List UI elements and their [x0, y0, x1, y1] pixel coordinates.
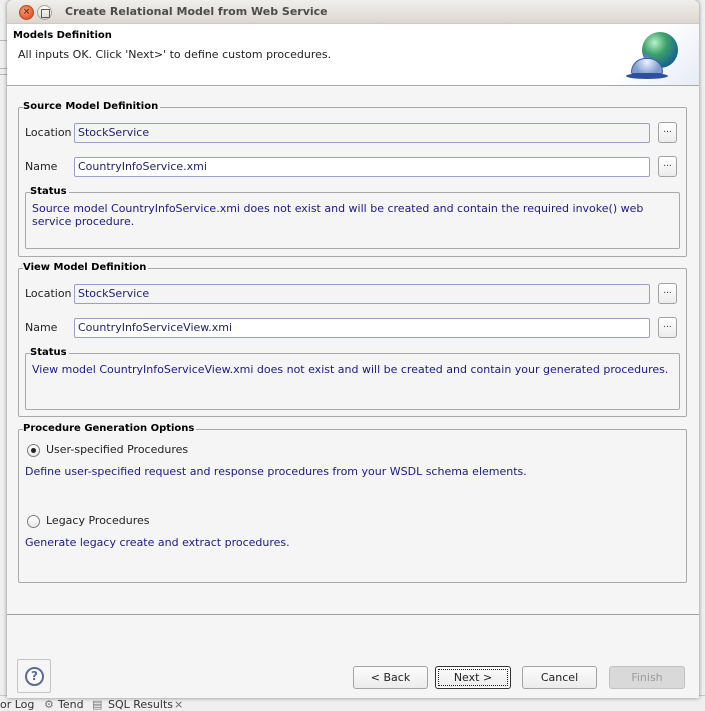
legacy-procedures-description: Generate legacy create and extract proce… [25, 536, 290, 549]
focus-ring [438, 669, 508, 686]
source-status-group: Status Source model CountryInfoService.x… [25, 186, 680, 249]
view-status-group: Status View model CountryInfoServiceView… [25, 347, 680, 410]
cancel-button[interactable]: Cancel [522, 666, 597, 689]
view-name-browse-button[interactable]: ... [658, 317, 677, 338]
view-location-label: Location [25, 287, 72, 300]
back-button[interactable]: < Back [353, 666, 428, 689]
background-ide-edge-right [698, 0, 705, 711]
view-status-legend: Status [30, 347, 69, 359]
view-name-field[interactable]: CountryInfoServiceView.xmi [74, 318, 650, 338]
source-location-browse-button[interactable]: ... [658, 122, 677, 143]
view-model-legend: View Model Definition [23, 262, 149, 274]
close-tab-icon[interactable]: ⨯ [174, 698, 183, 711]
legacy-procedures-label[interactable]: Legacy Procedures [46, 514, 149, 527]
page-title: Models Definition [13, 30, 112, 41]
legacy-procedures-radio[interactable] [27, 515, 40, 528]
next-button[interactable]: Next > [435, 666, 511, 689]
procedure-options-group: Procedure Generation Options User-specif… [18, 423, 687, 583]
background-tab-icon: ⚙ [44, 698, 54, 711]
source-name-field[interactable]: CountryInfoService.xmi [74, 157, 650, 177]
source-location-label: Location [25, 126, 72, 139]
wizard-header: Models Definition All inputs OK. Click '… [7, 24, 699, 86]
view-location-field[interactable]: StockService [74, 284, 650, 304]
source-status-text: Source model CountryInfoService.xmi does… [32, 202, 644, 228]
bell-base [626, 73, 668, 79]
help-icon: ? [25, 667, 44, 686]
background-tab-sql-results[interactable]: SQL Results [108, 698, 173, 711]
source-location-field[interactable]: StockService [74, 123, 650, 143]
user-specified-label[interactable]: User-specified Procedures [46, 443, 188, 456]
table-icon: ▤ [92, 698, 103, 711]
finish-button[interactable]: Finish [609, 666, 685, 689]
view-name-label: Name [25, 321, 58, 334]
window-title: Create Relational Model from Web Service [65, 5, 328, 18]
source-model-legend: Source Model Definition [23, 101, 161, 113]
source-name-label: Name [25, 160, 58, 173]
source-name-browse-button[interactable]: ... [658, 156, 677, 177]
background-tab-tend[interactable]: Tend [58, 698, 84, 711]
user-specified-description: Define user-specified request and respon… [25, 465, 527, 478]
source-model-group: Source Model Definition Location StockSe… [18, 101, 687, 257]
title-bar[interactable]: × Create Relational Model from Web Servi… [7, 0, 699, 24]
source-status-legend: Status [30, 186, 69, 198]
view-status-text: View model CountryInfoServiceView.xmi do… [32, 363, 669, 376]
user-specified-radio[interactable] [27, 444, 40, 457]
view-model-group: View Model Definition Location StockServ… [18, 262, 687, 417]
help-button[interactable]: ? [17, 659, 51, 693]
header-message: All inputs OK. Click 'Next>' to define c… [18, 48, 332, 61]
create-relational-model-dialog: × Create Relational Model from Web Servi… [7, 0, 699, 698]
background-tab-error-log[interactable]: or Log [0, 698, 34, 711]
close-icon[interactable]: × [19, 5, 34, 20]
globe-bell-icon [609, 24, 699, 85]
view-location-browse-button[interactable]: ... [658, 283, 677, 304]
maximize-icon[interactable] [37, 5, 52, 20]
footer-divider [7, 614, 699, 615]
procedure-options-legend: Procedure Generation Options [23, 423, 197, 435]
